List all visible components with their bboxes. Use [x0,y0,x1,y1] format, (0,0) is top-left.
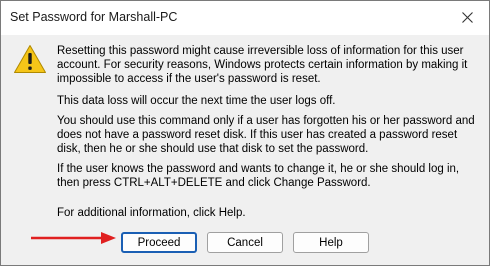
close-icon [462,12,473,23]
proceed-button[interactable]: Proceed [121,232,197,253]
message-paragraph-2: This data loss will occur the next time … [57,95,336,107]
warning-icon [14,45,46,73]
message-paragraph-4: If the user knows the password and wants… [57,163,460,189]
dialog-window: Set Password for Marshall-PC Resetting t… [0,0,490,266]
arrow-annotation [31,232,116,244]
close-button[interactable] [445,1,489,35]
message-paragraph-3: You should use this command only if a us… [57,115,475,155]
message-paragraph-5: For additional information, click Help. [57,207,246,219]
cancel-button[interactable]: Cancel [207,232,283,253]
window-title: Set Password for Marshall-PC [10,10,178,24]
dialog-content: Resetting this password might cause irre… [1,35,489,265]
message-paragraph-1: Resetting this password might cause irre… [57,45,468,85]
title-bar: Set Password for Marshall-PC [1,1,489,35]
help-button[interactable]: Help [293,232,369,253]
